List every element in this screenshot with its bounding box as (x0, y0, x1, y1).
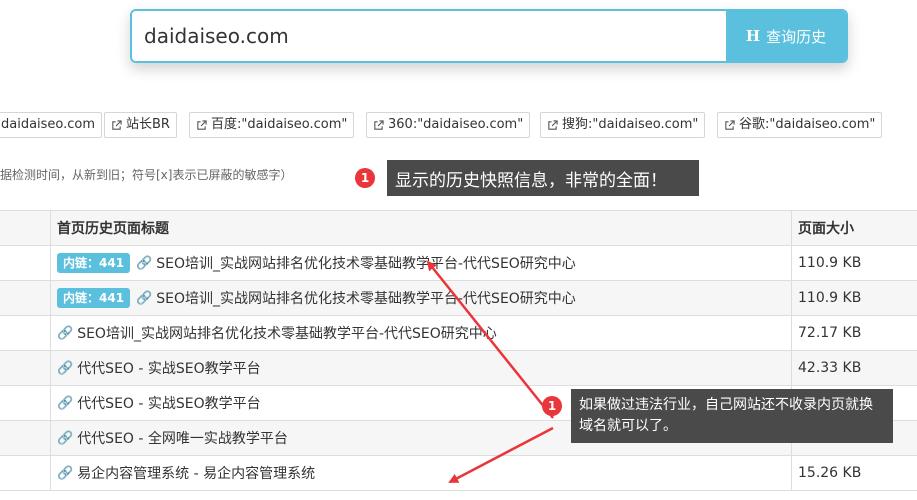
row-size: 42.33 KB (798, 360, 862, 376)
header-cell-title: 首页历史页面标题 (51, 211, 792, 245)
table-row: 🔗 代代SEO - 实战SEO教学平台 42.33 KB (0, 351, 917, 386)
search-box: H 查询历史 (130, 9, 848, 63)
chip-zhanzhang-label: 站长BR (126, 117, 170, 132)
link-icon: 🔗 (57, 430, 74, 446)
external-link-icon (548, 119, 558, 130)
row-title[interactable]: SEO培训_实战网站排名优化技术零基础教学平台-代代SEO研究中心 (156, 253, 576, 273)
header-cell-size: 页面大小 (798, 221, 854, 237)
history-h-icon: H (745, 27, 761, 45)
link-icon: 🔗 (57, 465, 74, 481)
link-icon: 🔗 (57, 360, 74, 376)
history-table: 首页历史页面标题 页面大小 内链：441 🔗 SEO培训_实战网站排名优化技术零… (0, 210, 917, 491)
external-link-icon (197, 119, 207, 130)
chip-360-label: 360:"daidaiseo.com" (388, 117, 524, 132)
search-input[interactable] (132, 11, 726, 61)
chip-baidu[interactable]: 百度:"daidaiseo.com" (189, 112, 355, 138)
chip-domain-label: daidaiseo.com (1, 117, 96, 132)
chip-zhanzhang[interactable]: 站长BR (104, 112, 177, 138)
callout-2-badge: 1 (542, 396, 562, 416)
chip-google[interactable]: 谷歌:"daidaiseo.com" (717, 112, 883, 138)
header-cell-index (0, 211, 51, 245)
inner-link-badge[interactable]: 内链：441 (57, 288, 131, 308)
chip-google-label: 谷歌:"daidaiseo.com" (739, 117, 876, 132)
detection-note: 据检测时间，从新到旧；符号[x]表示已屏蔽的敏感字） (0, 168, 293, 182)
history-query-button[interactable]: H 查询历史 (726, 11, 846, 61)
chip-domain[interactable]: daidaiseo.com (0, 112, 103, 138)
link-icon: 🔗 (136, 290, 153, 306)
table-row: 🔗 SEO培训_实战网站排名优化技术零基础教学平台-代代SEO研究中心 72.1… (0, 316, 917, 351)
row-title[interactable]: 代代SEO - 实战SEO教学平台 (77, 358, 260, 378)
chip-sogou[interactable]: 搜狗:"daidaiseo.com" (540, 112, 706, 138)
inner-link-badge[interactable]: 内链：441 (57, 253, 131, 273)
history-query-label: 查询历史 (766, 27, 827, 46)
table-row: 🔗 易企内容管理系统 - 易企内容管理系统 15.26 KB (0, 456, 917, 491)
row-size: 110.9 KB (798, 290, 862, 306)
chip-360[interactable]: 360:"daidaiseo.com" (366, 112, 531, 138)
external-link-icon (112, 119, 122, 130)
row-size: 110.9 KB (798, 255, 862, 271)
row-size: 15.26 KB (798, 465, 862, 481)
link-icon: 🔗 (136, 255, 153, 271)
external-link-icon (725, 119, 735, 130)
external-link-icon (374, 119, 384, 130)
row-title[interactable]: 代代SEO - 实战SEO教学平台 (77, 393, 260, 413)
table-row: 内链：441 🔗 SEO培训_实战网站排名优化技术零基础教学平台-代代SEO研究… (0, 281, 917, 316)
row-title[interactable]: 代代SEO - 全网唯一实战教学平台 (77, 428, 288, 448)
callout-1: 显示的历史快照信息，非常的全面！ (387, 160, 699, 196)
link-icon: 🔗 (57, 325, 74, 341)
row-title[interactable]: SEO培训_实战网站排名优化技术零基础教学平台-代代SEO研究中心 (156, 288, 576, 308)
chip-baidu-label: 百度:"daidaiseo.com" (211, 117, 348, 132)
link-icon: 🔗 (57, 395, 74, 411)
chip-sogou-label: 搜狗:"daidaiseo.com" (562, 117, 699, 132)
callout-2: 如果做过违法行业，自己网站还不收录内页就换域名就可以了。 (571, 389, 893, 443)
row-title[interactable]: SEO培训_实战网站排名优化技术零基础教学平台-代代SEO研究中心 (77, 323, 497, 343)
table-row: 内链：441 🔗 SEO培训_实战网站排名优化技术零基础教学平台-代代SEO研究… (0, 246, 917, 281)
callout-1-badge: 1 (355, 168, 375, 188)
table-header-row: 首页历史页面标题 页面大小 (0, 211, 917, 246)
row-size: 72.17 KB (798, 325, 862, 341)
row-title[interactable]: 易企内容管理系统 - 易企内容管理系统 (77, 463, 315, 483)
